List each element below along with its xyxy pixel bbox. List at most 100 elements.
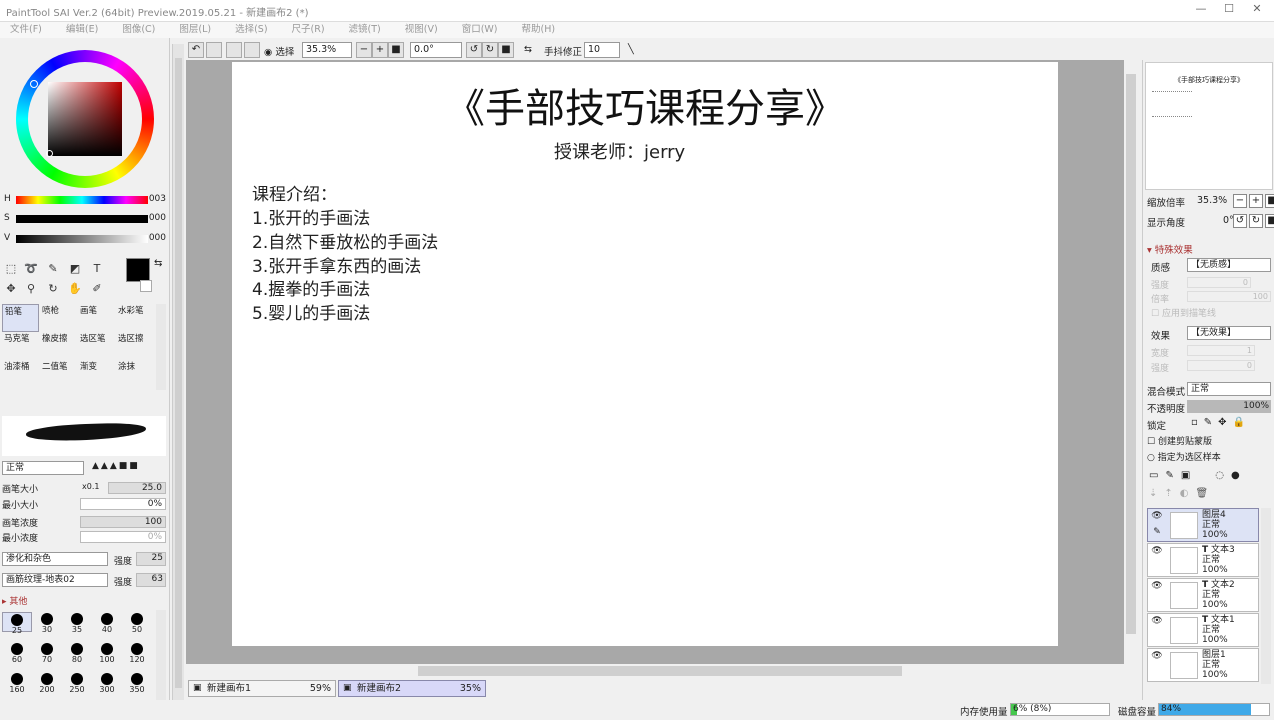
blur-mode-select[interactable]: 渗化和杂色	[2, 552, 108, 566]
brush-select-eraser[interactable]: 选区擦	[116, 332, 153, 360]
brush-bucket[interactable]: 油漆桶	[2, 360, 39, 388]
apply-to-stroke-checkbox[interactable]: ☐ 应用到描笔线	[1151, 306, 1216, 319]
size-preset[interactable]: 250	[62, 672, 92, 694]
texture-select[interactable]: 画筋纹理-地表02	[2, 573, 108, 587]
brush-size-row[interactable]: 画笔大小 x0.1 25.0	[2, 481, 166, 495]
texture-strength[interactable]: 63	[136, 573, 166, 587]
size-preset[interactable]: 40	[92, 612, 122, 634]
angle-select[interactable]: 0.0°	[410, 42, 462, 58]
layer-tools-row1[interactable]: ▭✎▣ ◌●	[1149, 470, 1271, 486]
redo-icon[interactable]	[206, 42, 222, 58]
zoom-in-icon[interactable]: +	[372, 42, 388, 58]
eye-icon[interactable]: 👁	[1150, 581, 1164, 593]
layers-scrollbar[interactable]	[1261, 508, 1271, 684]
eye-icon[interactable]: 👁	[1150, 616, 1164, 628]
deselect-icon[interactable]	[226, 42, 242, 58]
menu-file[interactable]: 文件(F)	[10, 22, 42, 38]
brush-airbrush[interactable]: 喷枪	[40, 304, 77, 332]
size-preset[interactable]: 100	[92, 642, 122, 664]
navigator-preview[interactable]: 《手部技巧课程分享》	[1145, 62, 1273, 190]
hue-marker[interactable]	[30, 80, 38, 88]
zoom-icon[interactable]: ⚲	[22, 280, 40, 298]
brush-pencil[interactable]: 铅笔	[2, 304, 39, 332]
background-color[interactable]	[140, 280, 152, 292]
hand-icon[interactable]: ✋	[66, 280, 84, 298]
rotate-left-icon[interactable]: ↺	[466, 42, 482, 58]
value-slider[interactable]: V 000	[4, 232, 166, 246]
nav-zoom-out-icon[interactable]: −	[1233, 194, 1247, 208]
eye-icon[interactable]: 👁	[1150, 511, 1164, 523]
size-preset[interactable]: 35	[62, 612, 92, 634]
layer-select-icon[interactable]: ◩	[66, 260, 84, 278]
nav-rotate-left-icon[interactable]: ↺	[1233, 214, 1247, 228]
layer-item[interactable]: 👁 T 文本2 正常 100%	[1147, 578, 1259, 612]
magic-wand-icon[interactable]: ✎	[44, 260, 62, 278]
menu-layer[interactable]: 图层(L)	[179, 22, 211, 38]
zoom-select[interactable]: 35.3%	[302, 42, 352, 58]
rotate-reset-icon[interactable]: ■	[498, 42, 514, 58]
menu-help[interactable]: 帮助(H)	[522, 22, 556, 38]
nav-zoom-reset-icon[interactable]: ■	[1265, 194, 1274, 208]
layer-item[interactable]: 👁 T 文本1 正常 100%	[1147, 613, 1259, 647]
size-preset[interactable]: 25	[2, 612, 32, 635]
lock-icons[interactable]: ▫✎✥🔒	[1191, 417, 1251, 428]
menu-filter[interactable]: 滤镜(T)	[349, 22, 381, 38]
size-preset[interactable]: 30	[32, 612, 62, 634]
menu-image[interactable]: 图像(C)	[122, 22, 155, 38]
canvas-horizontal-scrollbar[interactable]	[186, 664, 1138, 678]
eye-icon[interactable]: 👁	[1150, 651, 1164, 663]
close-icon[interactable]: ✕	[1246, 2, 1268, 18]
zoom-reset-icon[interactable]: ■	[388, 42, 404, 58]
min-density-row[interactable]: 最小浓度 0%	[2, 530, 166, 544]
brush-watercolor[interactable]: 水彩笔	[116, 304, 153, 332]
size-preset[interactable]: 120	[122, 642, 152, 664]
lasso-icon[interactable]: ➰	[22, 260, 40, 278]
size-preset[interactable]: 60	[2, 642, 32, 664]
effect-width-field[interactable]: 1	[1187, 345, 1255, 356]
canvas-vertical-scrollbar[interactable]	[1124, 60, 1138, 664]
menu-select[interactable]: 选择(S)	[235, 22, 267, 38]
effects-header[interactable]: ▾ 特殊效果	[1147, 242, 1193, 256]
brush-grid-scrollbar[interactable]	[156, 304, 166, 390]
flip-icon[interactable]: ⇆	[524, 44, 532, 55]
swap-colors-icon[interactable]: ⇆	[154, 258, 162, 269]
tab-canvas-2[interactable]: ▣ 新建画布2 35%	[338, 680, 486, 697]
canvas-area[interactable]: 《手部技巧课程分享》 授课老师：jerry 课程介绍： 1.张开的手画法 2.自…	[186, 60, 1124, 664]
texture-strength-field[interactable]: 0	[1187, 277, 1251, 288]
canvas-paper[interactable]: 《手部技巧课程分享》 授课老师：jerry 课程介绍： 1.张开的手画法 2.自…	[232, 62, 1058, 646]
layer-tools-row2[interactable]: ⇣⇡◐🗑	[1149, 488, 1271, 504]
left-panel-scrollbar[interactable]	[172, 44, 184, 700]
brush-eraser[interactable]: 橡皮擦	[40, 332, 77, 360]
size-preset[interactable]: 80	[62, 642, 92, 664]
nav-rotate-reset-icon[interactable]: ■	[1265, 214, 1274, 228]
brush-shape-icons[interactable]: ▲▲▲■■	[92, 461, 166, 475]
invert-select-icon[interactable]	[244, 42, 260, 58]
size-preset[interactable]: 200	[32, 672, 62, 694]
pen-icon[interactable]: ✎	[1150, 527, 1164, 539]
eyedropper-icon[interactable]: ✐	[88, 280, 106, 298]
layer-item[interactable]: 👁 图层1 正常 100%	[1147, 648, 1259, 682]
brush-density-row[interactable]: 画笔浓度 100	[2, 515, 166, 529]
layer-blend-select[interactable]: 正常	[1187, 382, 1271, 396]
blur-strength[interactable]: 25	[136, 552, 166, 566]
color-square[interactable]	[48, 82, 122, 156]
menu-edit[interactable]: 编辑(E)	[66, 22, 98, 38]
eye-icon[interactable]: 👁	[1150, 546, 1164, 558]
menu-window[interactable]: 窗口(W)	[462, 22, 498, 38]
select-toggle[interactable]: ◉ 选择	[264, 44, 294, 58]
size-preset[interactable]: 160	[2, 672, 32, 694]
minimize-icon[interactable]: —	[1190, 2, 1212, 18]
saturation-slider[interactable]: S 000	[4, 212, 166, 226]
zoom-out-icon[interactable]: −	[356, 42, 372, 58]
texture-effect-select[interactable]: 【无质感】	[1187, 258, 1271, 272]
size-preset[interactable]: 50	[122, 612, 152, 634]
layer-item[interactable]: 👁 T 文本3 正常 100%	[1147, 543, 1259, 577]
brush-blend-select[interactable]: 正常	[2, 461, 84, 475]
maximize-icon[interactable]: ☐	[1218, 2, 1240, 18]
rotate-icon[interactable]: ↻	[44, 280, 62, 298]
rotate-right-icon[interactable]: ↻	[482, 42, 498, 58]
text-tool-icon[interactable]: T	[88, 260, 106, 278]
nav-zoom-in-icon[interactable]: +	[1249, 194, 1263, 208]
size-preset[interactable]: 300	[92, 672, 122, 694]
color-cursor[interactable]	[46, 150, 53, 157]
